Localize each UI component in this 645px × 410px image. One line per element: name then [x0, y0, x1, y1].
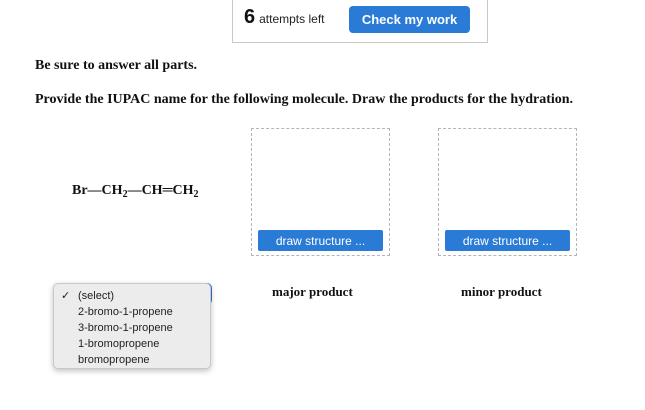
formula-part-1: Br—CH: [72, 183, 123, 198]
molecule-formula: Br—CH2—CH═CH2: [72, 183, 198, 200]
minor-product-draw-area[interactable]: draw structure ...: [438, 128, 577, 256]
draw-structure-minor-button[interactable]: draw structure ...: [445, 230, 570, 251]
formula-part-2: —CH═CH: [127, 183, 194, 198]
dropdown-option-2-bromo-1-propene[interactable]: 2-bromo-1-propene: [54, 304, 210, 320]
instruction-line-2: Provide the IUPAC name for the following…: [35, 92, 574, 107]
checkmark-icon: ✓: [61, 290, 71, 302]
attempts-indicator: 6 attempts left: [244, 6, 325, 29]
minor-product-label: minor product: [461, 284, 542, 299]
dropdown-option-select[interactable]: ✓ (select): [54, 288, 210, 304]
top-toolbar: 6 attempts left Check my work: [232, 0, 488, 43]
formula-sub-2: 2: [193, 189, 199, 200]
dropdown-option-1-bromopropene[interactable]: 1-bromopropene: [54, 336, 210, 352]
attempts-count: 6: [244, 6, 256, 28]
dropdown-option-bromopropene[interactable]: bromopropene: [54, 352, 210, 368]
major-product-draw-area[interactable]: draw structure ...: [251, 128, 390, 256]
iupac-name-dropdown[interactable]: ✓ (select) 2-bromo-1-propene 3-bromo-1-pr…: [53, 283, 211, 369]
check-my-work-button[interactable]: Check my work: [349, 6, 470, 33]
attempts-label: attempts left: [259, 12, 325, 26]
draw-structure-major-button[interactable]: draw structure ...: [258, 230, 383, 251]
dropdown-option-3-bromo-1-propene[interactable]: 3-bromo-1-propene: [54, 320, 210, 336]
instruction-line-1: Be sure to answer all parts.: [35, 58, 198, 73]
major-product-label: major product: [272, 284, 353, 299]
